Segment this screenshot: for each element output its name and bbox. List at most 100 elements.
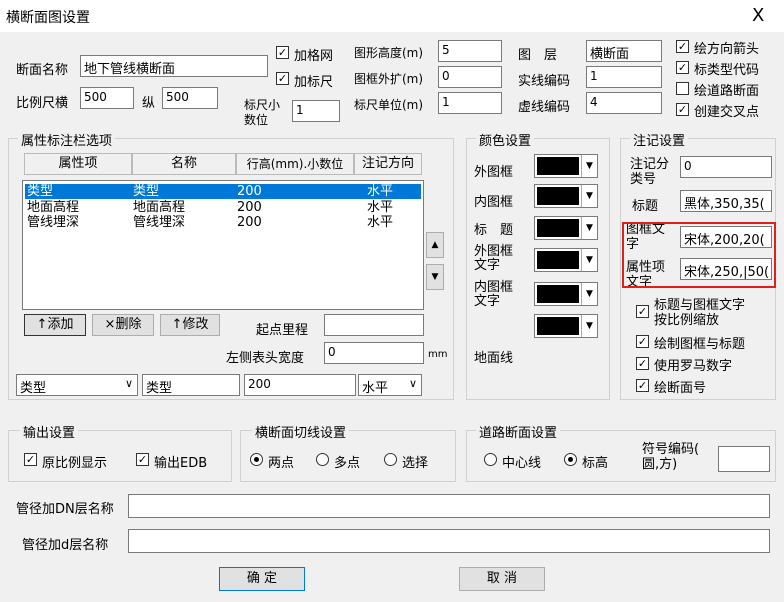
dn-layer-input[interactable] <box>128 494 770 518</box>
add-ruler-checkbox[interactable]: ✓ <box>276 72 289 85</box>
d-layer-label: 管径加d层名称 <box>22 538 109 553</box>
scale-h-input[interactable]: 500 <box>80 87 134 109</box>
list-item[interactable]: 管线埋深 管线埋深 200 水平 <box>25 215 421 230</box>
color-inner-frame-label: 内图框 <box>474 195 514 210</box>
cancel-button[interactable]: 取 消 <box>459 567 545 591</box>
ruler-decimal-input[interactable]: 1 <box>292 100 340 122</box>
delete-button[interactable]: ×删除 <box>92 314 154 336</box>
attr-list[interactable]: 类型 类型 200 水平 地面高程 地面高程 200 水平 管线埋深 管线埋深 … <box>22 180 424 310</box>
color-title-select[interactable]: ▼ <box>534 216 598 240</box>
section-number-checkbox[interactable]: ✓ <box>636 379 649 392</box>
add-grid-checkbox[interactable]: ✓ <box>276 46 289 59</box>
attr-type-select[interactable]: 类型 ∨ <box>16 374 138 396</box>
attr-direction-select[interactable]: 水平 ∨ <box>358 374 422 396</box>
two-point-radio[interactable] <box>250 453 263 466</box>
road-section-checkbox[interactable] <box>676 82 689 95</box>
roman-numeral-label: 使用罗马数字 <box>654 359 733 374</box>
modify-button[interactable]: ↑修改 <box>160 314 220 336</box>
draw-arrow-checkbox[interactable]: ✓ <box>676 40 689 53</box>
dashed-code-input[interactable]: 4 <box>586 92 662 114</box>
original-scale-checkbox[interactable]: ✓ <box>24 453 37 466</box>
symbol-code-input[interactable] <box>718 446 770 472</box>
output-edb-checkbox[interactable]: ✓ <box>136 453 149 466</box>
color-inner-text-select[interactable]: ▼ <box>534 282 598 306</box>
chevron-down-icon: ∨ <box>408 377 417 390</box>
two-point-label: 两点 <box>268 456 295 471</box>
color-title-label: 标 题 <box>474 223 514 238</box>
layer-input[interactable]: 横断面 <box>586 40 662 62</box>
chevron-down-icon: ▼ <box>581 315 597 337</box>
move-down-button[interactable]: ▼ <box>426 264 444 290</box>
ruler-decimal-label-2: 数位 <box>244 113 269 127</box>
color-ground-line-label: 地面线 <box>474 351 514 366</box>
dn-layer-label: 管径加DN层名称 <box>16 502 114 517</box>
move-up-button[interactable]: ▲ <box>426 232 444 258</box>
center-line-radio[interactable] <box>484 453 497 466</box>
frame-expand-input[interactable]: 0 <box>438 66 502 88</box>
note-title-label: 标题 <box>632 199 659 214</box>
ruler-unit-label: 标尺单位(m) <box>354 98 424 112</box>
scale-text-checkbox[interactable]: ✓ <box>636 305 649 318</box>
cutline-group-title: 横断面切线设置 <box>252 422 350 441</box>
road-group-title: 道路断面设置 <box>476 422 561 441</box>
color-outer-text-label: 外图框 文字 <box>474 244 514 273</box>
scale-v-input[interactable]: 500 <box>162 87 218 109</box>
cross-point-checkbox[interactable]: ✓ <box>676 103 689 116</box>
color-outer-frame-label: 外图框 <box>474 165 514 180</box>
note-layer-label: 注记分类号 <box>630 157 670 187</box>
graph-height-input[interactable]: 5 <box>438 40 502 62</box>
chevron-down-icon: ▼ <box>581 155 597 177</box>
attr-name-input[interactable]: 类型 <box>142 374 240 396</box>
road-section-label: 绘道路断面 <box>694 84 760 99</box>
col-header-attr[interactable]: 属性项 <box>24 153 132 175</box>
note-group-title: 注记设置 <box>630 130 689 149</box>
type-code-label: 标类型代码 <box>694 63 760 78</box>
ruler-unit-input[interactable]: 1 <box>438 92 502 114</box>
section-name-label: 断面名称 <box>16 63 69 78</box>
col-header-row-height[interactable]: 行高(mm).小数位 <box>236 153 354 175</box>
solid-code-input[interactable]: 1 <box>586 66 662 88</box>
note-title-input[interactable]: 黑体,350,35( <box>680 190 772 212</box>
color-ground-line-select[interactable]: ▼ <box>534 314 598 338</box>
color-outer-text-select[interactable]: ▼ <box>534 248 598 272</box>
col-header-name[interactable]: 名称 <box>132 153 236 175</box>
col-header-direction[interactable]: 注记方向 <box>354 153 422 175</box>
draw-frame-title-checkbox[interactable]: ✓ <box>636 335 649 348</box>
chevron-down-icon: ▼ <box>581 249 597 271</box>
title-bar: 横断面图设置 X <box>0 0 784 32</box>
section-number-label: 绘断面号 <box>654 381 707 396</box>
scale-text-label: 标题与图框文字 按比例缩放 <box>654 298 746 328</box>
note-layer-input[interactable]: 0 <box>680 156 772 178</box>
chevron-down-icon: ∨ <box>124 377 133 390</box>
d-layer-input[interactable] <box>128 529 770 553</box>
output-group-title: 输出设置 <box>20 422 79 441</box>
color-outer-frame-select[interactable]: ▼ <box>534 154 598 178</box>
color-inner-text-label: 内图框 文字 <box>474 280 514 309</box>
symbol-code-label: 符号编码( 圆,方) <box>642 442 700 472</box>
select-label: 选择 <box>402 456 429 471</box>
roman-numeral-checkbox[interactable]: ✓ <box>636 357 649 370</box>
draw-arrow-label: 绘方向箭头 <box>694 42 760 57</box>
graph-height-label: 图形高度(m) <box>354 46 424 60</box>
select-radio[interactable] <box>384 453 397 466</box>
color-inner-frame-select[interactable]: ▼ <box>534 184 598 208</box>
ok-button[interactable]: 确 定 <box>219 567 305 591</box>
chevron-down-icon: ▼ <box>581 217 597 239</box>
add-button[interactable]: ↑添加 <box>24 314 86 336</box>
left-header-width-label: 左侧表头宽度 <box>226 351 305 366</box>
start-mileage-input[interactable] <box>324 314 424 336</box>
elevation-label: 标高 <box>582 456 609 471</box>
section-name-input[interactable]: 地下管线横断面 <box>80 55 268 77</box>
attr-height-input[interactable]: 200 <box>244 374 356 396</box>
left-header-width-input[interactable]: 0 <box>324 342 424 364</box>
close-icon[interactable]: X <box>752 5 764 26</box>
type-code-checkbox[interactable]: ✓ <box>676 61 689 74</box>
multi-point-label: 多点 <box>334 456 361 471</box>
list-item[interactable]: 类型 类型 200 水平 <box>25 184 421 199</box>
highlight-box <box>622 222 776 288</box>
output-edb-label: 输出EDB <box>154 456 208 471</box>
start-mileage-label: 起点里程 <box>256 323 309 338</box>
list-item[interactable]: 地面高程 地面高程 200 水平 <box>25 200 421 215</box>
multi-point-radio[interactable] <box>316 453 329 466</box>
elevation-radio[interactable] <box>564 453 577 466</box>
